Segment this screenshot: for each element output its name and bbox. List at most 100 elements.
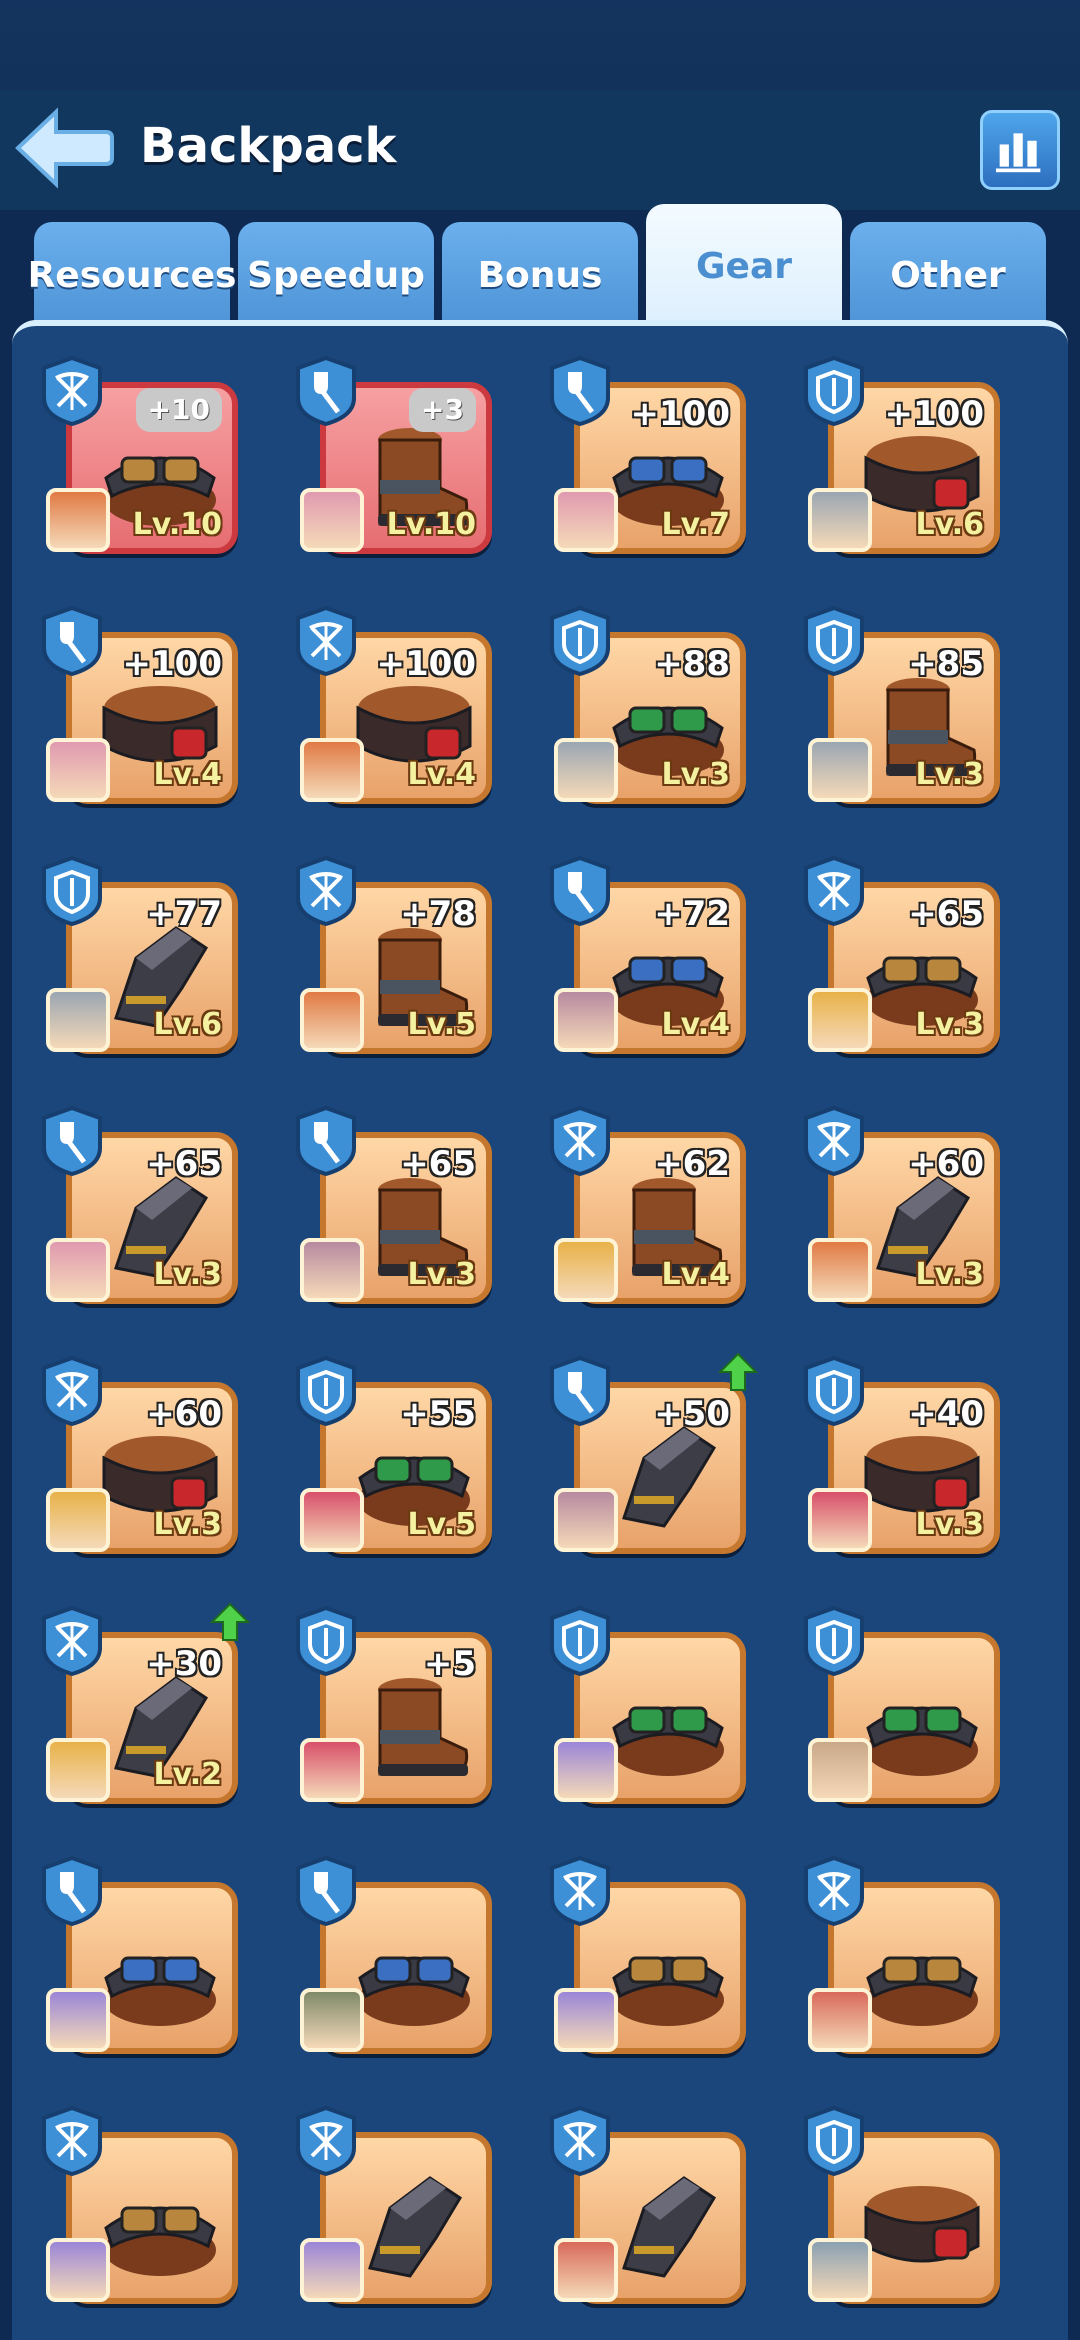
goggles-gear-icon (612, 1956, 724, 2026)
shovel-class-icon (296, 356, 356, 426)
bonus-value: +100 (376, 644, 476, 684)
tab-speedup[interactable]: Speedup (238, 222, 434, 328)
gear-item[interactable]: +65 Lv.3 (294, 1106, 500, 1312)
bonus-value: +50 (654, 1394, 730, 1434)
level-label: Lv.3 (915, 1007, 985, 1042)
level-label: Lv.5 (407, 1007, 477, 1042)
gear-item[interactable]: +10 Lv.10 (40, 356, 246, 562)
gear-item[interactable] (40, 1856, 246, 2062)
gear-item[interactable]: +3 Lv.10 (294, 356, 500, 562)
upgrade-arrow-icon (210, 1602, 250, 1641)
gear-panel: +10 Lv.10 +3 Lv.10 +100 Lv.7 +100 Lv.6 +100 Lv.4 +… (12, 320, 1068, 2340)
gear-item[interactable]: +78 Lv.5 (294, 856, 500, 1062)
goggles-gear-icon (358, 1956, 470, 2026)
crossbow-class-icon (550, 2106, 610, 2176)
gear-item[interactable] (548, 1606, 754, 1812)
gear-item[interactable]: +50 (548, 1352, 758, 1562)
gear-item[interactable]: +100 Lv.6 (802, 356, 1008, 562)
gear-item[interactable] (294, 1856, 500, 2062)
bonus-value: +78 (400, 894, 476, 934)
gear-item[interactable]: +60 Lv.3 (802, 1106, 1008, 1312)
hero-avatar (808, 1488, 872, 1552)
level-label: Lv.3 (915, 1507, 985, 1542)
shovel-class-icon (296, 1106, 356, 1176)
hero-avatar (554, 1488, 618, 1552)
tab-other[interactable]: Other (850, 222, 1046, 328)
tab-bar: Resources Speedup Bonus Gear Other (0, 204, 1080, 328)
level-label: Lv.3 (915, 1257, 985, 1292)
hero-avatar (46, 988, 110, 1052)
level-label: Lv.5 (407, 1507, 477, 1542)
level-label: Lv.7 (661, 507, 731, 542)
hero-avatar (300, 1488, 364, 1552)
crossbow-class-icon (296, 856, 356, 926)
hero-avatar (46, 1738, 110, 1802)
hero-avatar (808, 2238, 872, 2302)
gear-item[interactable] (802, 2106, 1008, 2312)
bonus-value: +65 (400, 1144, 476, 1184)
belt-gear-icon (864, 2186, 980, 2263)
level-label: Lv.4 (661, 1257, 731, 1292)
gear-item[interactable]: +55 Lv.5 (294, 1356, 500, 1562)
gear-item[interactable]: +100 Lv.4 (294, 606, 500, 812)
bonus-value: +3 (409, 388, 476, 432)
bonus-value: +100 (122, 644, 222, 684)
shield-class-icon (296, 1606, 356, 1676)
bonus-value: +60 (908, 1144, 984, 1184)
crossbow-class-icon (804, 1856, 864, 1926)
bonus-value: +40 (908, 1394, 984, 1434)
gear-item[interactable] (802, 1856, 1008, 2062)
gear-item[interactable]: +60 Lv.3 (40, 1356, 246, 1562)
gear-item[interactable]: +85 Lv.3 (802, 606, 1008, 812)
shield-class-icon (550, 606, 610, 676)
gear-item[interactable]: +5 (294, 1606, 500, 1812)
level-label: Lv.2 (153, 1757, 223, 1792)
shovel-class-icon (42, 1856, 102, 1926)
gear-item[interactable]: +88 Lv.3 (548, 606, 754, 812)
goggles-gear-icon (866, 1706, 978, 1776)
gear-item[interactable]: +100 Lv.4 (40, 606, 246, 812)
gear-item[interactable]: +100 Lv.7 (548, 356, 754, 562)
gear-item[interactable]: +62 Lv.4 (548, 1106, 754, 1312)
back-arrow-icon[interactable] (14, 106, 114, 190)
crossbow-class-icon (296, 606, 356, 676)
goggles-gear-icon (866, 1956, 978, 2026)
crossbow-class-icon (42, 1606, 102, 1676)
gear-item[interactable]: +65 Lv.3 (802, 856, 1008, 1062)
status-bar (0, 0, 1080, 90)
gear-item[interactable] (40, 2106, 246, 2312)
hero-avatar (554, 1738, 618, 1802)
goggles-gear-icon (104, 1956, 216, 2026)
gear-item[interactable]: +72 Lv.4 (548, 856, 754, 1062)
boot-gear-icon (378, 1678, 469, 1776)
hero-avatar (554, 988, 618, 1052)
gear-item[interactable] (548, 1856, 754, 2062)
crossbow-class-icon (804, 1106, 864, 1176)
shield-class-icon (804, 2106, 864, 2176)
tab-bonus[interactable]: Bonus (442, 222, 638, 328)
hero-avatar (300, 988, 364, 1052)
level-label: Lv.3 (407, 1257, 477, 1292)
gear-item[interactable]: +65 Lv.3 (40, 1106, 246, 1312)
upgrade-arrow-icon (718, 1352, 758, 1391)
gear-item[interactable] (548, 2106, 754, 2312)
crossbow-class-icon (296, 2106, 356, 2176)
hero-avatar (300, 738, 364, 802)
hero-avatar (554, 1238, 618, 1302)
tab-gear[interactable]: Gear (646, 204, 842, 328)
hero-avatar (808, 738, 872, 802)
gear-item[interactable] (294, 2106, 500, 2312)
level-label: Lv.4 (407, 757, 477, 792)
level-label: Lv.3 (153, 1257, 223, 1292)
tab-resources[interactable]: Resources (28, 222, 236, 328)
gear-item[interactable] (802, 1606, 1008, 1812)
hero-avatar (46, 2238, 110, 2302)
gear-item[interactable]: +77 Lv.6 (40, 856, 246, 1062)
stats-button[interactable] (980, 110, 1060, 190)
gear-item[interactable]: +40 Lv.3 (802, 1356, 1008, 1562)
bonus-value: +88 (654, 644, 730, 684)
hero-avatar (46, 738, 110, 802)
crossbow-class-icon (550, 1856, 610, 1926)
gear-item[interactable]: +30 Lv.2 (40, 1602, 250, 1812)
shovel-class-icon (550, 356, 610, 426)
